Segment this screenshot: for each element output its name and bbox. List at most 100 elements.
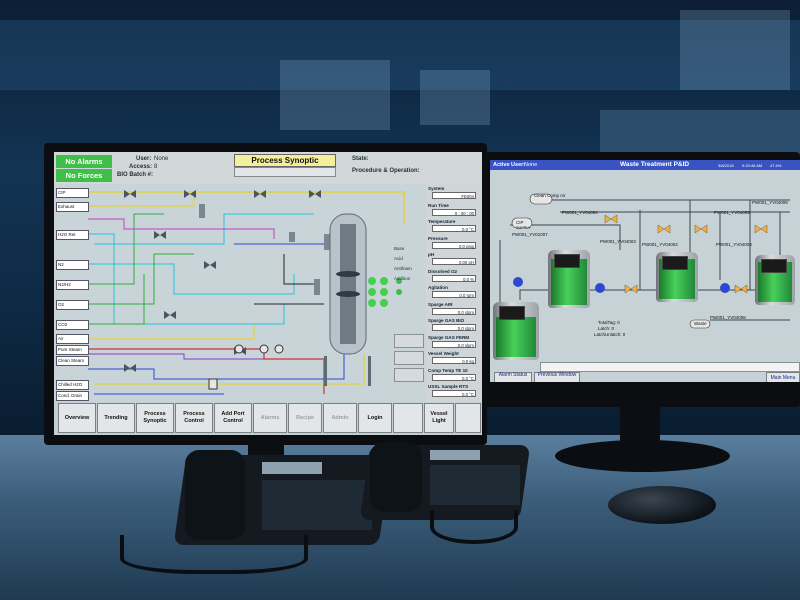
process-synoptic-screen: No Alarms No Forces User: None Access: 8… <box>54 152 482 435</box>
vessel-light-button[interactable]: Vessel Light <box>424 403 454 433</box>
handset-right[interactable] <box>370 442 422 512</box>
valve-label-pw001-yv04002: PW001_YV04002 <box>642 242 678 247</box>
batch-label: BIO Batch #: <box>117 172 154 178</box>
input-tag-pure-steam[interactable]: Pure Steam <box>56 345 89 355</box>
user-label: User: <box>136 156 152 162</box>
phone-keypad-left[interactable] <box>262 480 372 530</box>
process-values-panel: System FE004 Run Time 0 : 00 : 00 Temperatur… <box>426 184 482 402</box>
phone-keypad-right[interactable] <box>430 465 520 505</box>
alarm-status-button[interactable]: Alarm Status <box>494 372 532 382</box>
input-tag-n2-h2[interactable]: N2/H2 <box>56 280 89 290</box>
side-button[interactable] <box>394 351 424 365</box>
page-title: Process Synoptic <box>234 154 336 167</box>
input-tag-exhaust[interactable]: Exhaust <box>56 202 89 212</box>
admin-button[interactable]: Admin <box>323 403 357 433</box>
background-window <box>280 60 390 130</box>
process-value-field[interactable]: 0.0 % <box>432 274 476 282</box>
handset-left[interactable] <box>185 450 245 540</box>
process-value-label: Sparge GAS FERM <box>428 334 470 340</box>
process-synoptic-button[interactable]: Process Synoptic <box>136 403 174 433</box>
access-value: 8 <box>154 164 158 170</box>
computer-mouse[interactable] <box>608 486 716 524</box>
process-value-field[interactable]: 0.0 °C <box>432 373 476 381</box>
active-user-value: None <box>524 162 538 168</box>
antifoam-label: Antifoam <box>394 266 412 271</box>
process-value-label: Comp Temp TE 10 <box>428 367 468 373</box>
process-value-label: Run Time <box>428 202 449 208</box>
process-value-field[interactable]: 0 : 00 : 00 <box>432 208 476 216</box>
input-tag-n2[interactable]: N2 <box>56 260 89 270</box>
process-value-label: pH <box>428 252 435 257</box>
input-tag-h2o-ret[interactable]: H2O Ret <box>56 230 89 240</box>
tank-display <box>554 254 580 268</box>
valve-label-pw001-yv04005: PW001_YV04005 <box>714 210 750 215</box>
no-alarms-indicator[interactable]: No Alarms <box>56 155 112 168</box>
acid-label: Acid <box>394 256 403 261</box>
message-bar <box>540 362 800 372</box>
tank-2[interactable] <box>493 302 539 360</box>
latch-label: Latch: 0 <box>598 326 615 331</box>
background-window <box>420 70 490 125</box>
waste-treatment-screen: Active User: None Waste Treatment P&ID 3… <box>490 160 800 382</box>
valve-label-pw001-yv04003b: PW001_YV04003 <box>716 242 752 247</box>
trending-button[interactable]: Trending <box>97 403 135 433</box>
tank-display <box>761 259 787 273</box>
background-window <box>680 10 790 90</box>
process-value-field[interactable]: 0.0 slpm <box>432 324 476 331</box>
date-label: 3/8/2018 <box>718 163 734 168</box>
tank-display <box>662 256 688 270</box>
phone-display-left <box>262 462 322 474</box>
overview-button[interactable]: Overview <box>58 403 96 433</box>
process-value-label: USSL Sample RTS <box>428 384 469 389</box>
header-bar: No Alarms No Forces User: None Access: 8… <box>54 152 482 184</box>
blank-button[interactable] <box>393 403 423 433</box>
batch-field <box>234 167 336 177</box>
process-value-field[interactable]: 0.0 °C <box>432 225 476 232</box>
input-tag-co2[interactable]: CO2 <box>56 320 89 330</box>
page-title: Waste Treatment P&ID <box>620 161 690 168</box>
input-tag-cond-drain[interactable]: Cond. Drain <box>56 391 89 401</box>
alarms-button[interactable]: Alarms <box>253 403 287 433</box>
input-tag-chilled-h2o[interactable]: Chilled H2O <box>56 380 89 390</box>
process-value-field[interactable]: 0.0 kg <box>432 357 476 364</box>
right-monitor-stand <box>620 405 660 445</box>
addition-label: Addition <box>394 276 411 281</box>
state-label: State: <box>352 156 369 162</box>
process-value-field[interactable]: 0.00 pH <box>432 258 476 265</box>
main-menu-button[interactable]: Main Menu <box>766 372 800 382</box>
process-value-field[interactable]: 0.0 psig <box>432 241 476 249</box>
tank-4[interactable] <box>755 255 795 305</box>
input-tag-o2[interactable]: O2 <box>56 300 89 310</box>
process-value-field[interactable]: 0.0 slpm <box>432 307 476 315</box>
add-port-control-button[interactable]: Add Port Control <box>214 403 252 433</box>
tank-display <box>499 306 525 320</box>
process-value-field[interactable]: FE004 <box>432 192 476 199</box>
previous-window-button[interactable]: Previous Window <box>534 372 580 382</box>
tank-3[interactable] <box>656 252 698 302</box>
right-monitor-base <box>555 440 730 472</box>
base-label: Base <box>394 246 405 251</box>
process-value-field[interactable]: 0.0 slpm <box>432 340 476 348</box>
process-value-label: Vessel Weight <box>428 351 459 356</box>
recipe-button[interactable]: Recipe <box>288 403 322 433</box>
process-control-button[interactable]: Process Control <box>175 403 213 433</box>
access-label: Access: <box>129 164 153 170</box>
blank-button[interactable] <box>455 403 481 433</box>
input-tag-air[interactable]: Air <box>56 334 89 344</box>
header-bar: Active User: None Waste Treatment P&ID 3… <box>490 160 800 170</box>
no-forces-indicator[interactable]: No Forces <box>56 169 112 182</box>
cip-label: CIP <box>516 220 524 225</box>
clean-comp-air-label: Clean Comp Air <box>534 193 566 198</box>
input-tag-cip[interactable]: CIP <box>56 188 89 198</box>
side-button[interactable] <box>394 334 424 348</box>
side-button[interactable] <box>394 368 424 382</box>
tank-level-fill <box>496 317 536 357</box>
cip-sub-label: SUPPLY <box>516 226 531 230</box>
process-value-label: Pressure <box>428 235 448 241</box>
tank-1[interactable] <box>548 250 590 308</box>
process-value-field[interactable]: 0.0 rpm <box>432 291 476 298</box>
process-value-field[interactable]: 0.0 °C <box>432 390 476 397</box>
valve-label-pw001-yv04004: PW001_YV04004 <box>562 210 598 215</box>
input-tag-clean-steam[interactable]: Clean Steam <box>56 356 89 366</box>
login-button[interactable]: Login <box>358 403 392 433</box>
